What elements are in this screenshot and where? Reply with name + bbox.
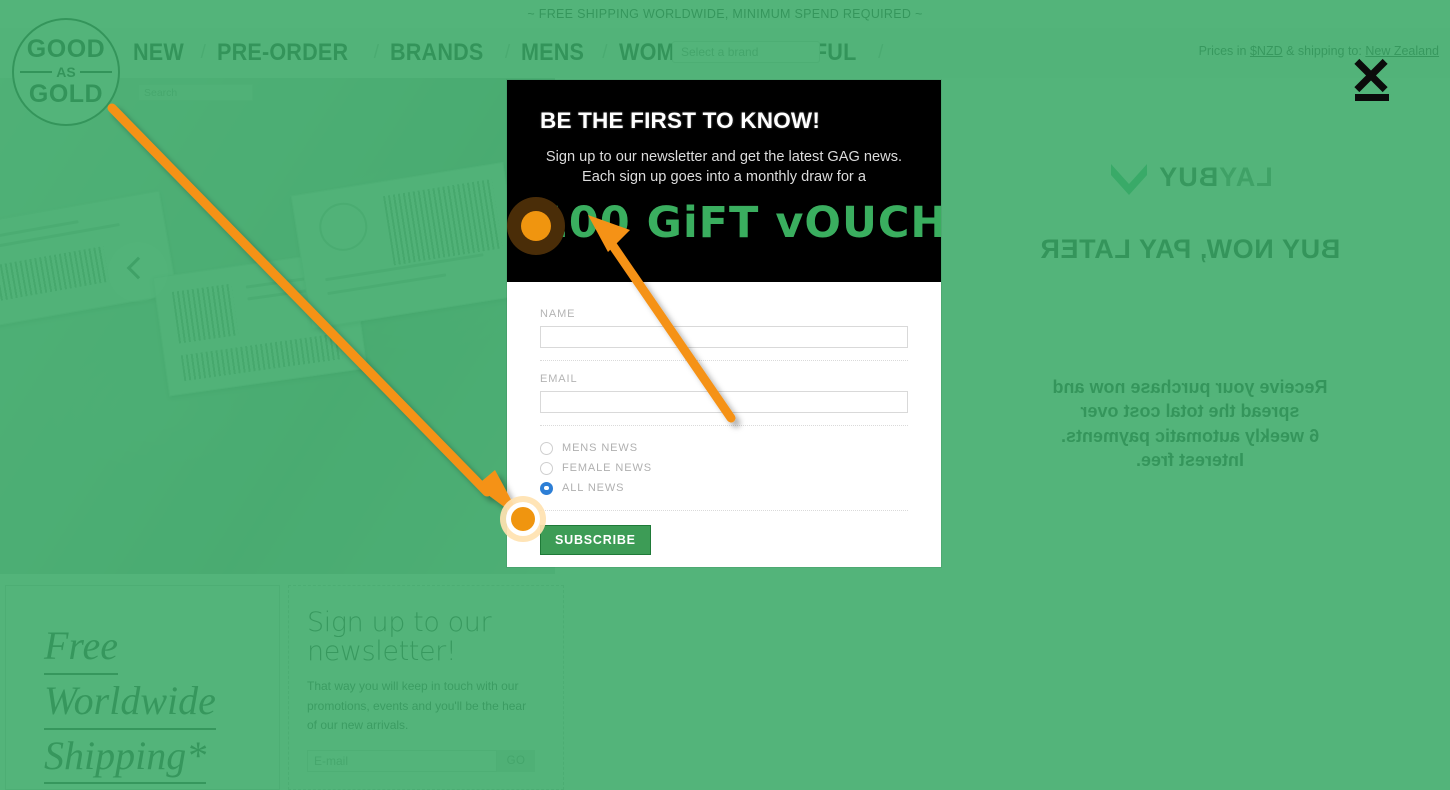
click-indicator-core (521, 211, 551, 241)
voucher-headline: $100 GiFT vOUCHER! (507, 198, 941, 248)
newsletter-modal: BE THE FIRST TO KNOW! Sign up to our new… (507, 80, 941, 567)
radio-option-all-news[interactable]: ALL NEWS (540, 478, 908, 498)
field-divider (540, 510, 908, 511)
field-divider (540, 425, 908, 426)
radio-circle-icon-selected[interactable] (540, 481, 553, 495)
subscribe-button[interactable]: SUBSCRIBE (540, 525, 651, 555)
radio-label: FEMALE NEWS (562, 462, 652, 474)
modal-title: BE THE FIRST TO KNOW! (540, 108, 821, 133)
radio-circle-icon[interactable] (540, 461, 553, 475)
page-root: ~ FREE SHIPPING WORLDWIDE, MINIMUM SPEND… (0, 0, 1450, 790)
radio-option-female-news[interactable]: FEMALE NEWS (540, 458, 908, 478)
name-label: NAME (540, 308, 576, 320)
email-label: EMAIL (540, 373, 578, 385)
radio-label: MENS NEWS (562, 442, 638, 454)
modal-body: NAME EMAIL MENS NEWS FEMALE NEWS ALL NEW… (507, 282, 941, 555)
close-underbar (1355, 94, 1389, 101)
subscribe-wrapper: SUBSCRIBE (540, 525, 908, 555)
modal-subtitle-line-1: Sign up to our newsletter and get the la… (545, 149, 903, 165)
radio-option-mens-news[interactable]: MENS NEWS (540, 438, 908, 458)
name-input[interactable] (540, 326, 908, 348)
modal-header: BE THE FIRST TO KNOW! Sign up to our new… (507, 80, 941, 282)
click-indicator-subscribe (500, 496, 546, 542)
close-icon[interactable] (1348, 58, 1398, 103)
radio-label: ALL NEWS (562, 482, 625, 494)
voucher-text: $100 GiFT vOUCHER (507, 198, 941, 248)
modal-subtitle: Sign up to our newsletter and get the la… (540, 148, 908, 187)
click-indicator-voucher (507, 197, 565, 255)
modal-subtitle-line-2: Each sign up goes into a monthly draw fo… (582, 168, 866, 185)
radio-circle-icon[interactable] (540, 441, 553, 455)
field-divider (540, 360, 908, 361)
email-input[interactable] (540, 391, 908, 413)
news-preference-radios: MENS NEWS FEMALE NEWS ALL NEWS (540, 438, 908, 498)
click-indicator-core (511, 507, 535, 531)
